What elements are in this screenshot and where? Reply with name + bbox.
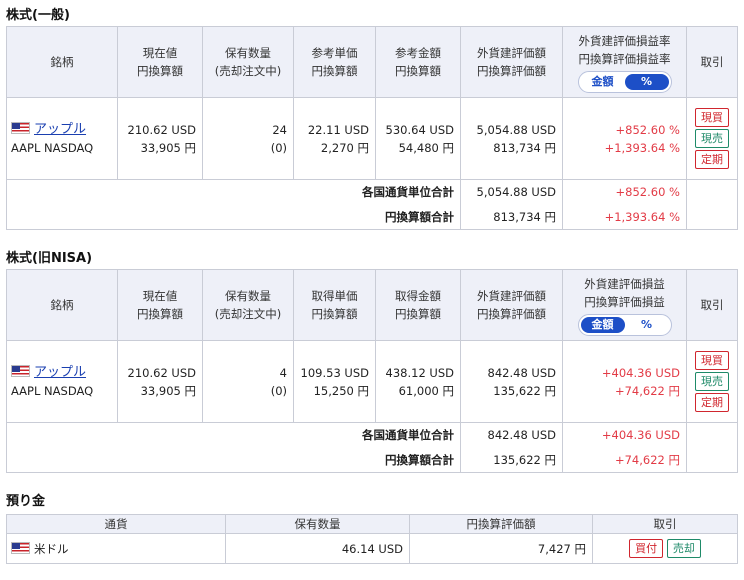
us-flag-icon (11, 541, 30, 554)
section-title-deposit: 預り金 (6, 494, 46, 509)
recurring-button[interactable]: 定期 (695, 150, 729, 169)
col-pl: 外貨建評価損益 円換算評価損益 金額 % (562, 269, 687, 341)
stock-link-apple[interactable]: アップル (34, 365, 86, 380)
table-row: 米ドル 46.14 USD 7,427 円 買付 売却 (6, 533, 738, 564)
general-header-row: 銘柄 現在値 円換算額 保有数量 (売却注文中) 参考単価 円換算額 参考金額 円換算額… (6, 26, 738, 98)
col-qty: 保有数量 (売却注文中) (202, 26, 294, 98)
toggle-amount[interactable]: 金額 (580, 316, 625, 333)
nisa-holdings-table: 銘柄 現在値 円換算額 保有数量 (売却注文中) 取得単価 円換算額 取得金額 円換算額… (6, 269, 738, 473)
section-title-general: 株式(一般) (6, 8, 70, 23)
col-trade: 取引 (686, 269, 738, 341)
toggle-percent[interactable]: % (625, 317, 669, 333)
summary-row: 各国通貨単位合計 5,054.88 USD +852.60 % (6, 179, 738, 205)
stock-link-apple[interactable]: アップル (34, 122, 86, 137)
us-flag-icon (11, 365, 30, 377)
nisa-header-row: 銘柄 現在値 円換算額 保有数量 (売却注文中) 取得単価 円換算額 取得金額 円換算額… (6, 269, 738, 341)
col-price: 現在値 円換算額 (117, 26, 203, 98)
toggle-percent[interactable]: % (624, 73, 669, 90)
toggle-amount[interactable]: 金額 (581, 74, 625, 90)
col-name: 銘柄 (6, 269, 118, 341)
summary-row: 円換算額合計 135,622 円 +74,622 円 (6, 447, 738, 473)
table-row: アップル AAPL NASDAQ 210.62 USD 33,905 円 4 (0)… (6, 340, 738, 423)
deposit-table: 通貨 保有数量 円換算評価額 取引 米ドル 46.14 USD 7,427 円 … (6, 514, 738, 564)
col-unit: 参考単価 円換算額 (293, 26, 376, 98)
general-holdings-table: 銘柄 現在値 円換算額 保有数量 (売却注文中) 参考単価 円換算額 参考金額 円換算額… (6, 26, 738, 230)
col-pl: 外貨建評価損益率 円換算評価損益率 金額 % (562, 26, 687, 98)
summary-row: 各国通貨単位合計 842.48 USD +404.36 USD (6, 422, 738, 448)
fx-sell-button[interactable]: 売却 (666, 539, 701, 558)
col-amount: 参考金額 円換算額 (375, 26, 461, 98)
col-trade: 取引 (686, 26, 738, 98)
buy-button[interactable]: 現買 (695, 108, 729, 127)
deposit-header-row: 通貨 保有数量 円換算評価額 取引 (6, 514, 738, 534)
buy-button[interactable]: 現買 (695, 351, 729, 370)
section-title-nisa: 株式(旧NISA) (6, 251, 93, 266)
pl-display-toggle[interactable]: 金額 % (577, 70, 672, 93)
col-qty: 保有数量 (売却注文中) (202, 269, 294, 341)
col-jpy: 円換算評価額 (409, 514, 593, 534)
table-row: アップル AAPL NASDAQ 210.62 USD 33,905 円 24 (0… (6, 97, 738, 180)
recurring-button[interactable]: 定期 (695, 393, 729, 412)
us-flag-icon (11, 122, 30, 134)
market-code: AAPL NASDAQ (11, 141, 94, 155)
fx-buy-button[interactable]: 買付 (629, 539, 664, 558)
currency-name: 米ドル (34, 541, 69, 556)
sell-button[interactable]: 現売 (695, 129, 729, 148)
market-code: AAPL NASDAQ (11, 384, 94, 398)
col-currency: 通貨 (6, 514, 226, 534)
col-amount: 取得金額 円換算額 (375, 269, 461, 341)
col-trade: 取引 (592, 514, 738, 534)
col-price: 現在値 円換算額 (117, 269, 203, 341)
pl-display-toggle[interactable]: 金額 % (577, 313, 672, 336)
col-name: 銘柄 (6, 26, 118, 98)
summary-row: 円換算額合計 813,734 円 +1,393.64 % (6, 204, 738, 230)
sell-button[interactable]: 現売 (695, 372, 729, 391)
col-unit: 取得単価 円換算額 (293, 269, 376, 341)
col-valuation: 外貨建評価額 円換算評価額 (460, 269, 563, 341)
col-valuation: 外貨建評価額 円換算評価額 (460, 26, 563, 98)
col-qty: 保有数量 (225, 514, 410, 534)
